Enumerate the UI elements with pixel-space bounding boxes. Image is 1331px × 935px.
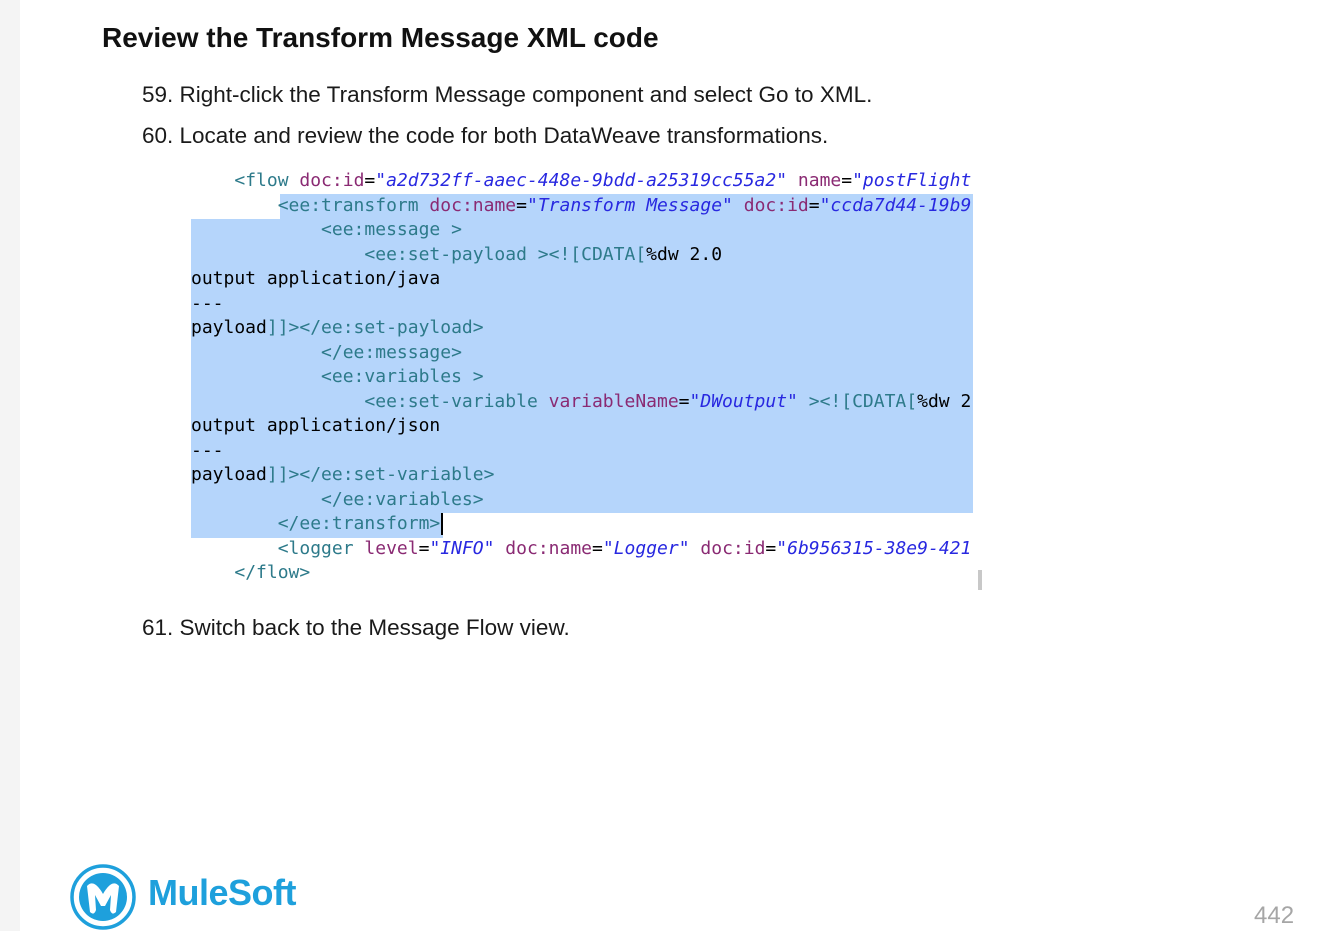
code-line-variable-close: payload]]></ee:set-variable>: [191, 464, 495, 485]
code-line-payload-close: payload]]></ee:set-payload>: [191, 317, 484, 338]
code-line-message-close: </ee:message>: [321, 341, 462, 363]
text-cursor: [441, 513, 444, 535]
code-line-flow-close: </flow>: [234, 562, 311, 583]
page-margin: [0, 0, 20, 931]
code-line-set-payload: <ee:set-payload ><![CDATA[%dw 2.0: [364, 243, 723, 265]
mulesoft-wordmark: MuleSoft: [148, 872, 296, 913]
step-60: 60. Locate and review the code for both …: [142, 123, 829, 148]
code-line-variables-close: </ee:variables>: [321, 488, 484, 510]
code-line-separator: ---: [191, 439, 224, 461]
code-line-set-variable: <ee:set-variable variableName="DWoutput"…: [364, 390, 972, 412]
code-line-transform-close: </ee:transform>: [191, 512, 444, 537]
code-line-variables-open: <ee:variables >: [321, 366, 484, 387]
code-line-flow-open: <flow doc:id="a2d732ff-aaec-448e-9bdd-a2…: [234, 170, 972, 191]
code-line-separator: ---: [191, 292, 224, 314]
code-scrollbar: [978, 570, 982, 590]
step-59: 59. Right-click the Transform Message co…: [142, 82, 873, 107]
code-line-output-java: output application/java: [191, 268, 441, 289]
code-line-logger: <logger level="INFO" doc:name="Logger" d…: [277, 537, 972, 559]
mulesoft-logo: MuleSoft: [70, 864, 300, 930]
code-line-message-open: <ee:message >: [321, 219, 462, 240]
page-number: 442: [1254, 902, 1295, 929]
section-heading: Review the Transform Message XML code: [102, 22, 659, 53]
xml-code-screenshot: <flow doc:id="a2d732ff-aaec-448e-9bdd-a2…: [191, 168, 973, 590]
code-line-output-json: output application/json: [191, 415, 441, 436]
code-line-transform-open: <ee:transform doc:name="Transform Messag…: [277, 194, 972, 216]
mulesoft-icon: [70, 864, 136, 930]
step-61: 61. Switch back to the Message Flow view…: [142, 615, 570, 640]
